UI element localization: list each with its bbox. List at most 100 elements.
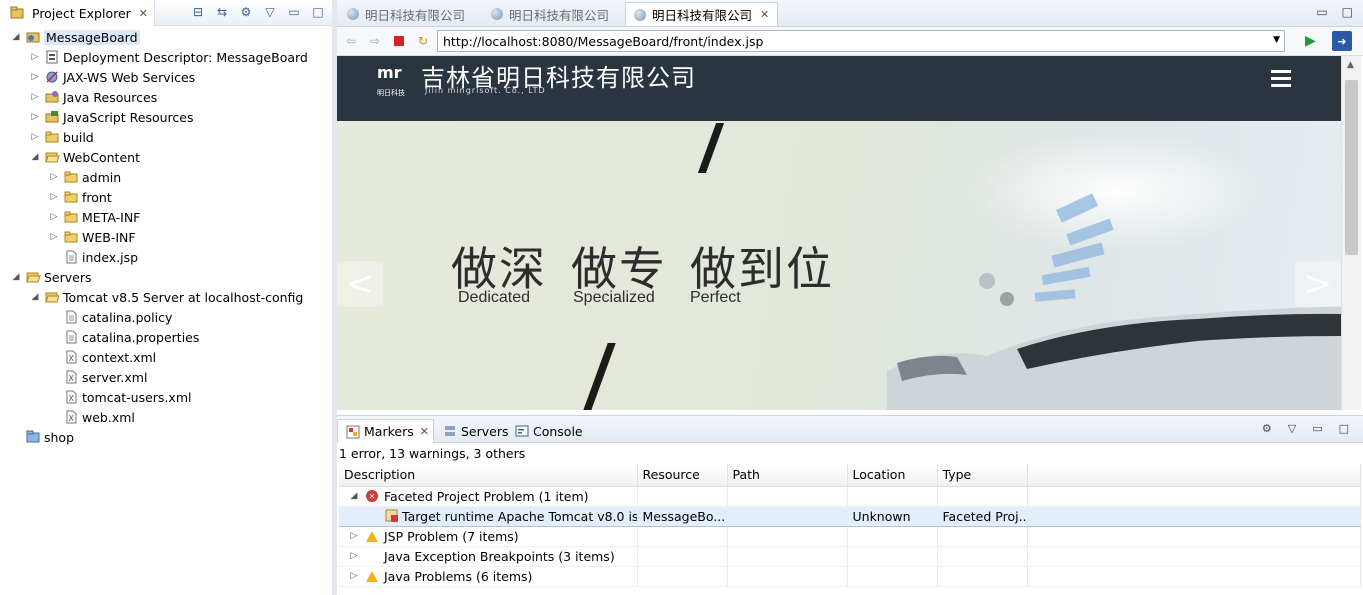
column-header-location[interactable]: Location: [847, 464, 938, 487]
stop-icon[interactable]: [391, 33, 407, 49]
cell-resource: MessageBo...: [637, 505, 728, 527]
tree-item[interactable]: Xweb.xml: [48, 407, 135, 427]
filter-icon[interactable]: ⚙: [238, 4, 254, 20]
column-header-type[interactable]: Type: [937, 464, 1028, 487]
table-row[interactable]: ▷ Java Problems (6 items): [339, 566, 1361, 587]
collapse-all-icon[interactable]: ⊟: [190, 4, 206, 20]
tree-item[interactable]: ▷ Java Resources: [29, 87, 158, 107]
minimize-icon[interactable]: ▭: [1312, 422, 1322, 435]
collapsed-arrow-icon[interactable]: ▷: [29, 112, 41, 122]
java-resources-icon: [44, 89, 60, 105]
cell-location: [847, 546, 938, 567]
carousel-prev-button[interactable]: <: [337, 261, 383, 307]
tree-item[interactable]: shop: [10, 427, 74, 447]
expanded-arrow-icon[interactable]: ◢: [29, 152, 41, 162]
tree-item[interactable]: ▷ JAX-WS Web Services: [29, 67, 196, 87]
expanded-arrow-icon[interactable]: ◢: [348, 491, 360, 501]
expanded-arrow-icon[interactable]: ◢: [29, 292, 41, 302]
minimize-icon[interactable]: ▭: [1316, 5, 1327, 19]
cell-location: [847, 486, 938, 507]
column-header-resource[interactable]: Resource: [637, 464, 728, 487]
tab-servers[interactable]: Servers: [435, 419, 513, 443]
tab-markers[interactable]: Markers ✕: [337, 419, 434, 443]
tree-item[interactable]: ▷ Deployment Descriptor: MessageBoard: [29, 47, 308, 67]
tree-item[interactable]: ◢ Tomcat v8.5 Server at localhost-config: [29, 287, 304, 307]
tab-console[interactable]: Console: [507, 419, 587, 443]
expanded-arrow-icon[interactable]: ◢: [10, 32, 22, 42]
tree-item[interactable]: ▷ WEB-INF: [48, 227, 136, 247]
maximize-icon[interactable]: □: [1342, 5, 1353, 19]
url-input[interactable]: http://localhost:8080/MessageBoard/front…: [437, 30, 1285, 52]
view-menu-icon[interactable]: ▽: [262, 4, 278, 20]
file-icon: [63, 309, 79, 325]
markers-summary: 1 error, 13 warnings, 3 others: [339, 446, 526, 461]
column-header-filler: [1027, 464, 1361, 487]
vertical-scrollbar[interactable]: ▲: [1341, 56, 1361, 410]
browser-tab-2[interactable]: 明日科技有限公司: [483, 2, 617, 26]
tree-item[interactable]: index.jsp: [48, 247, 138, 267]
bottom-tab-bar: Markers ✕ Servers Console ⚙ ▽ ▭ □: [337, 416, 1363, 443]
tree-item[interactable]: Xtomcat-users.xml: [48, 387, 191, 407]
close-icon[interactable]: ✕: [139, 7, 148, 20]
column-header-path[interactable]: Path: [727, 464, 848, 487]
slogan-en-2: Specialized: [573, 289, 655, 306]
collapsed-arrow-icon[interactable]: ▷: [48, 232, 60, 242]
tree-item[interactable]: Xserver.xml: [48, 367, 147, 387]
link-with-editor-icon[interactable]: ⇆: [214, 4, 230, 20]
minimize-icon[interactable]: ▭: [286, 4, 302, 20]
browser-tab-3-active[interactable]: 明日科技有限公司 ✕: [625, 2, 779, 26]
collapsed-arrow-icon[interactable]: ▷: [48, 172, 60, 182]
tree-item[interactable]: ◢ Servers: [10, 267, 92, 287]
maximize-icon[interactable]: □: [1339, 422, 1349, 435]
tree-item[interactable]: Xcontext.xml: [48, 347, 156, 367]
collapsed-arrow-icon[interactable]: ▷: [48, 212, 60, 222]
open-external-browser-icon[interactable]: ➜: [1332, 31, 1352, 51]
view-settings-icon[interactable]: ⚙: [1262, 422, 1272, 435]
collapsed-arrow-icon[interactable]: ▷: [29, 92, 41, 102]
maximize-icon[interactable]: □: [310, 4, 326, 20]
close-icon[interactable]: ✕: [420, 425, 429, 438]
tree-item[interactable]: ▷ JavaScript Resources: [29, 107, 194, 127]
tree-item[interactable]: ◢ MessageBoard: [10, 27, 140, 47]
table-row[interactable]: ▷ JSP Problem (7 items): [339, 526, 1361, 547]
go-icon[interactable]: ▶: [1305, 33, 1316, 49]
carousel-next-button[interactable]: >: [1295, 261, 1341, 307]
table-row[interactable]: ▷ Java Exception Breakpoints (3 items): [339, 546, 1361, 567]
tree-item[interactable]: catalina.policy: [48, 307, 172, 327]
tree-item[interactable]: ▷ build: [29, 127, 94, 147]
tab-label: Servers: [461, 423, 509, 439]
cell-path: [727, 566, 848, 587]
collapsed-arrow-icon[interactable]: ▷: [348, 551, 360, 561]
hamburger-menu-icon[interactable]: [1271, 70, 1291, 91]
collapsed-arrow-icon[interactable]: ▷: [29, 132, 41, 142]
view-menu-icon[interactable]: ▽: [1288, 422, 1296, 435]
close-icon[interactable]: ✕: [760, 8, 769, 21]
refresh-icon[interactable]: ↻: [415, 33, 431, 49]
tree-item[interactable]: catalina.properties: [48, 327, 199, 347]
collapsed-arrow-icon[interactable]: ▷: [348, 571, 360, 581]
js-resources-icon: [44, 109, 60, 125]
tab-project-explorer[interactable]: Project Explorer ✕: [0, 0, 156, 26]
scroll-up-icon[interactable]: ▲: [1347, 60, 1354, 70]
expanded-arrow-icon[interactable]: ◢: [10, 272, 22, 282]
table-row[interactable]: Target runtime Apache Tomcat v8.0 is nc M…: [339, 505, 1361, 527]
tree-item[interactable]: ▷ META-INF: [48, 207, 141, 227]
column-header-description[interactable]: Description: [339, 464, 638, 487]
forward-icon[interactable]: ⇨: [367, 33, 383, 49]
tree-item[interactable]: ▷ admin: [48, 167, 122, 187]
table-row[interactable]: ◢ ✕ Faceted Project Problem (1 item): [339, 486, 1361, 507]
collapsed-arrow-icon[interactable]: ▷: [348, 531, 360, 541]
browser-tab-1[interactable]: 明日科技有限公司: [339, 2, 473, 26]
collapsed-arrow-icon[interactable]: ▷: [48, 192, 60, 202]
back-icon[interactable]: ⇦: [343, 33, 359, 49]
tree-item[interactable]: ◢ WebContent: [29, 147, 140, 167]
folder-icon: [63, 189, 79, 205]
project-closed-icon: [25, 429, 41, 445]
cell-filler: [1027, 566, 1361, 587]
collapsed-arrow-icon[interactable]: ▷: [29, 52, 41, 62]
collapsed-arrow-icon[interactable]: ▷: [29, 72, 41, 82]
tree-item[interactable]: ▷ front: [48, 187, 112, 207]
chevron-down-icon[interactable]: ▼: [1273, 35, 1280, 45]
scrollbar-thumb[interactable]: [1345, 80, 1358, 255]
site-logo[interactable]: mr 明日科技: [377, 64, 411, 98]
